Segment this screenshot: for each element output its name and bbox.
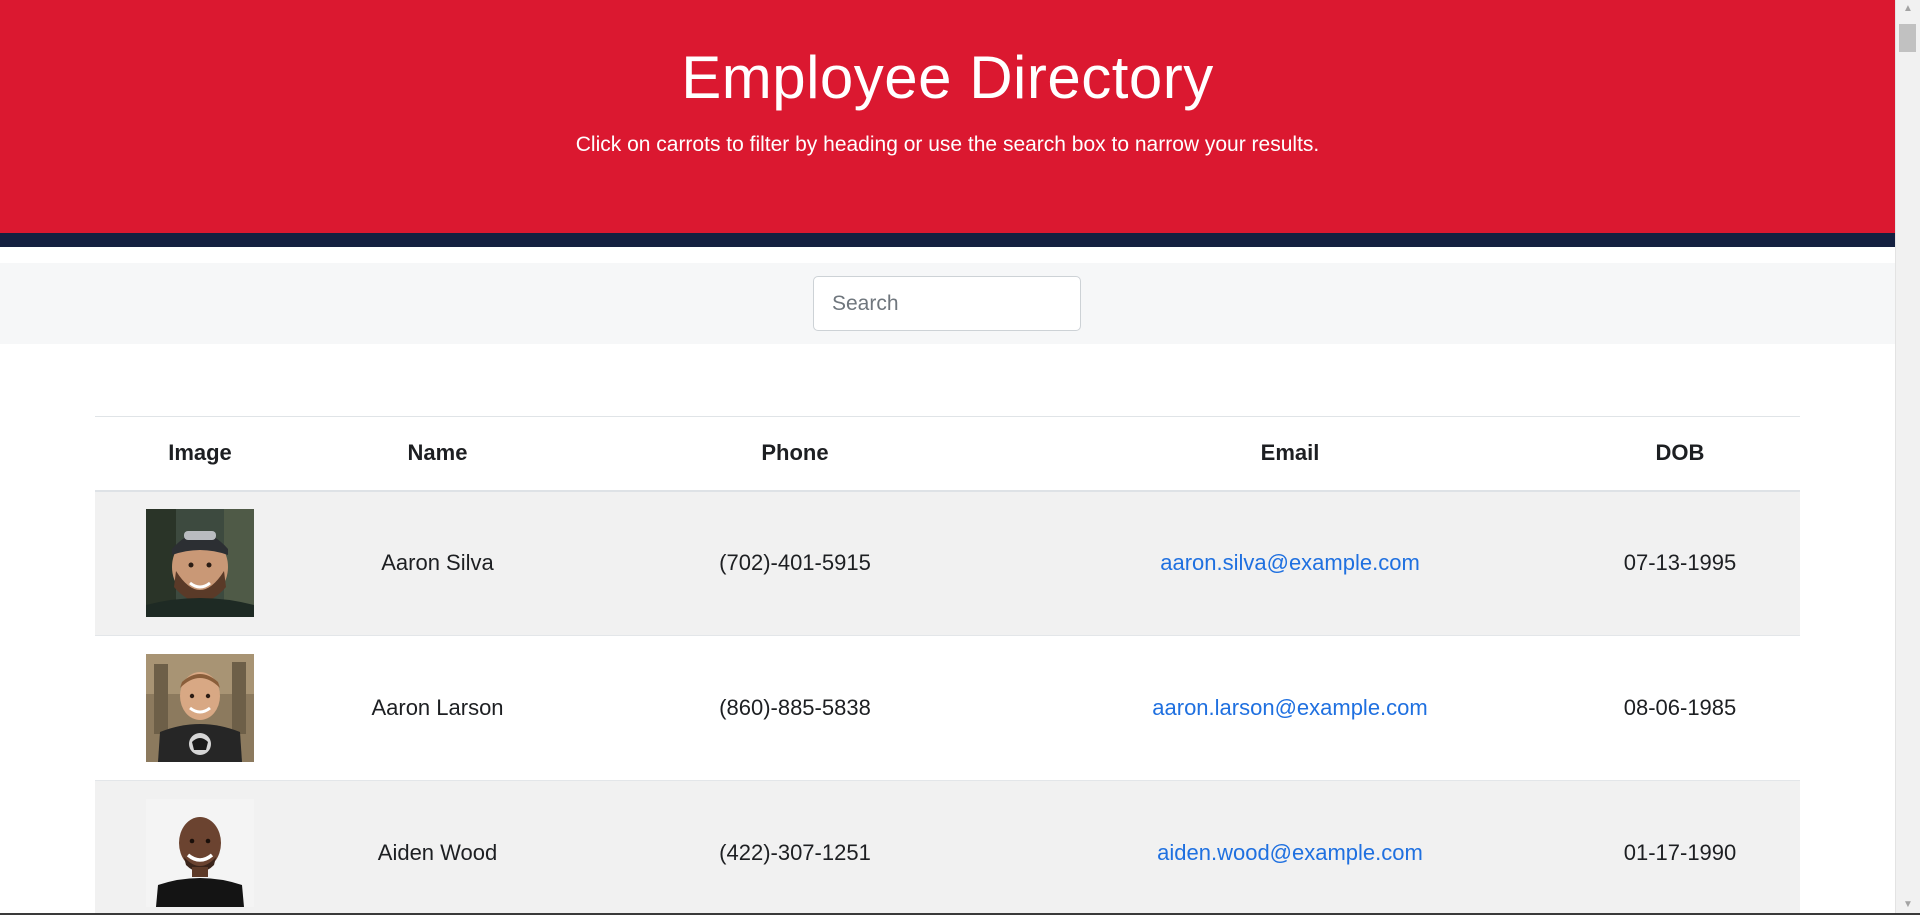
header-divider-band bbox=[0, 233, 1895, 247]
page-title: Employee Directory bbox=[681, 44, 1214, 111]
page-subtitle: Click on carrots to filter by heading or… bbox=[575, 133, 1320, 156]
image-cell bbox=[95, 781, 305, 914]
employee-photo bbox=[146, 654, 254, 762]
column-header-dob[interactable]: DOB bbox=[1560, 417, 1800, 491]
employee-photo bbox=[146, 799, 254, 907]
scrollbar-thumb[interactable] bbox=[1899, 24, 1916, 52]
search-bar bbox=[0, 263, 1895, 344]
phone-cell: (702)-401-5915 bbox=[719, 550, 871, 576]
name-cell: Aaron Silva bbox=[381, 550, 494, 576]
column-header-email[interactable]: Email bbox=[1020, 417, 1560, 491]
email-cell: aiden.wood@example.com bbox=[1020, 781, 1560, 914]
table-row: Aaron Silva (702)-401-5915 aaron.silva@e… bbox=[95, 490, 1800, 636]
scroll-up-arrow-icon[interactable]: ▲ bbox=[1896, 0, 1920, 17]
table-header: Image Name Phone Email DOB bbox=[95, 416, 1800, 491]
image-cell bbox=[95, 636, 305, 781]
dob-cell: 01-17-1990 bbox=[1623, 840, 1737, 865]
employee-table-container: Image Name Phone Email DOB Aaron Silva (… bbox=[95, 416, 1800, 913]
name-cell: Aaron Larson bbox=[371, 695, 504, 720]
table-body: Aaron Silva (702)-401-5915 aaron.silva@e… bbox=[95, 490, 1800, 914]
table-row: Aiden Wood (422)-307-1251 aiden.wood@exa… bbox=[95, 780, 1800, 914]
search-input[interactable] bbox=[813, 276, 1081, 331]
dob-cell: 07-13-1995 bbox=[1623, 550, 1737, 576]
email-link[interactable]: aaron.larson@example.com bbox=[1152, 695, 1427, 720]
vertical-scrollbar[interactable]: ▲ ▼ bbox=[1895, 0, 1920, 913]
phone-cell: (860)-885-5838 bbox=[719, 695, 871, 720]
email-link[interactable]: aaron.silva@example.com bbox=[1160, 550, 1420, 575]
employee-table: Image Name Phone Email DOB Aaron Silva (… bbox=[95, 416, 1800, 913]
image-cell bbox=[95, 491, 305, 636]
phone-cell: (422)-307-1251 bbox=[719, 840, 871, 865]
name-cell: Aiden Wood bbox=[377, 840, 498, 865]
avatar-image bbox=[146, 654, 254, 762]
avatar-image bbox=[146, 509, 254, 618]
page-header: Employee Directory Click on carrots to f… bbox=[0, 0, 1895, 233]
scroll-down-arrow-icon[interactable]: ▼ bbox=[1896, 896, 1920, 913]
column-header-name[interactable]: Name bbox=[305, 417, 570, 491]
column-header-phone[interactable]: Phone bbox=[570, 417, 1020, 491]
page: Employee Directory Click on carrots to f… bbox=[0, 0, 1895, 913]
table-row: Aaron Larson (860)-885-5838 aaron.larson… bbox=[95, 635, 1800, 781]
dob-cell: 08-06-1985 bbox=[1623, 695, 1737, 720]
email-link[interactable]: aiden.wood@example.com bbox=[1157, 840, 1423, 865]
browser-viewport: Employee Directory Click on carrots to f… bbox=[0, 0, 1920, 915]
email-cell: aaron.silva@example.com bbox=[1020, 491, 1560, 636]
employee-photo bbox=[146, 509, 254, 618]
table-header-row: Image Name Phone Email DOB bbox=[95, 416, 1800, 491]
email-cell: aaron.larson@example.com bbox=[1020, 636, 1560, 781]
avatar-image bbox=[146, 799, 254, 907]
column-header-image[interactable]: Image bbox=[95, 417, 305, 491]
